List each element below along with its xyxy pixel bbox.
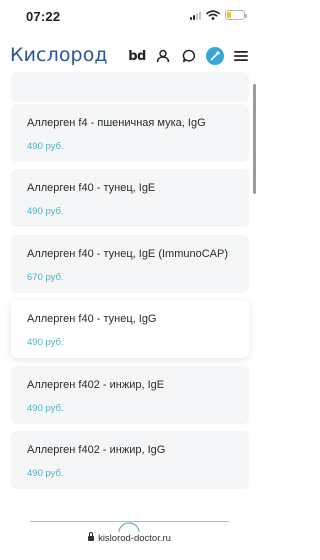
bd-icon: bd xyxy=(128,48,146,64)
menu-icon xyxy=(234,51,248,61)
product-price: 670 руб. xyxy=(27,272,64,283)
battery-icon xyxy=(225,10,247,20)
status-time: 07:22 xyxy=(26,9,61,24)
product-card[interactable]: Аллерген f402 - инжир, IgG 490 руб. xyxy=(11,431,249,489)
product-card[interactable]: Аллерген f4 - пшеничная мука, IgG 490 ру… xyxy=(11,104,249,162)
product-card[interactable]: Аллерген f40 - тунец, IgG 490 руб. xyxy=(11,300,249,358)
doctor-icon xyxy=(206,47,224,65)
signal-icon xyxy=(190,10,201,20)
url-text: kislorod-doctor.ru xyxy=(98,533,171,544)
product-title: Аллерген f40 - тунец, IgE xyxy=(27,182,156,194)
battery-fill xyxy=(227,12,231,18)
product-title: Аллерген f40 - тунец, IgE (ImmunoCAP) xyxy=(27,248,229,260)
product-card[interactable]: Аллерген f402 - инжир, IgE 490 руб. xyxy=(11,366,249,424)
status-icons xyxy=(190,10,247,20)
wifi-icon xyxy=(206,10,220,20)
url-bar[interactable]: kislorod-doctor.ru xyxy=(0,532,259,544)
page: 07:22 Кислород bd Аллерген f4 - пшенична… xyxy=(0,0,259,560)
product-price: 490 руб. xyxy=(27,141,64,152)
product-title: Аллерген f402 - инжир, IgG xyxy=(27,444,166,456)
header-actions: bd xyxy=(128,47,250,65)
profile-button[interactable] xyxy=(154,47,172,65)
product-card[interactable]: Аллерген f40 - тунец, IgE (ImmunoCAP) 67… xyxy=(11,235,249,293)
product-price: 490 руб. xyxy=(27,403,64,414)
logo-text: Кислород xyxy=(10,44,108,66)
doctor-button[interactable] xyxy=(206,47,224,65)
logo[interactable]: Кислород xyxy=(10,44,108,66)
product-price: 490 руб. xyxy=(27,468,64,479)
status-bar: 07:22 xyxy=(0,0,259,34)
chat-icon xyxy=(182,49,196,63)
product-price: 490 руб. xyxy=(27,337,64,348)
bd-button[interactable]: bd xyxy=(128,47,146,65)
product-card[interactable]: Аллерген f40 - тунец, IgE 490 руб. xyxy=(11,169,249,227)
product-price: 490 руб. xyxy=(27,206,64,217)
product-title: Аллерген f40 - тунец, IgG xyxy=(27,313,157,325)
product-title: Аллерген f4 - пшеничная мука, IgG xyxy=(27,117,206,129)
chat-button[interactable] xyxy=(180,47,198,65)
scrollbar[interactable] xyxy=(253,84,256,194)
user-icon xyxy=(156,49,170,63)
scroll-up-arc-icon[interactable] xyxy=(117,522,141,532)
menu-button[interactable] xyxy=(232,47,250,65)
product-card-partial[interactable] xyxy=(11,72,249,102)
lock-icon xyxy=(88,532,95,541)
product-title: Аллерген f402 - инжир, IgE xyxy=(27,379,165,391)
